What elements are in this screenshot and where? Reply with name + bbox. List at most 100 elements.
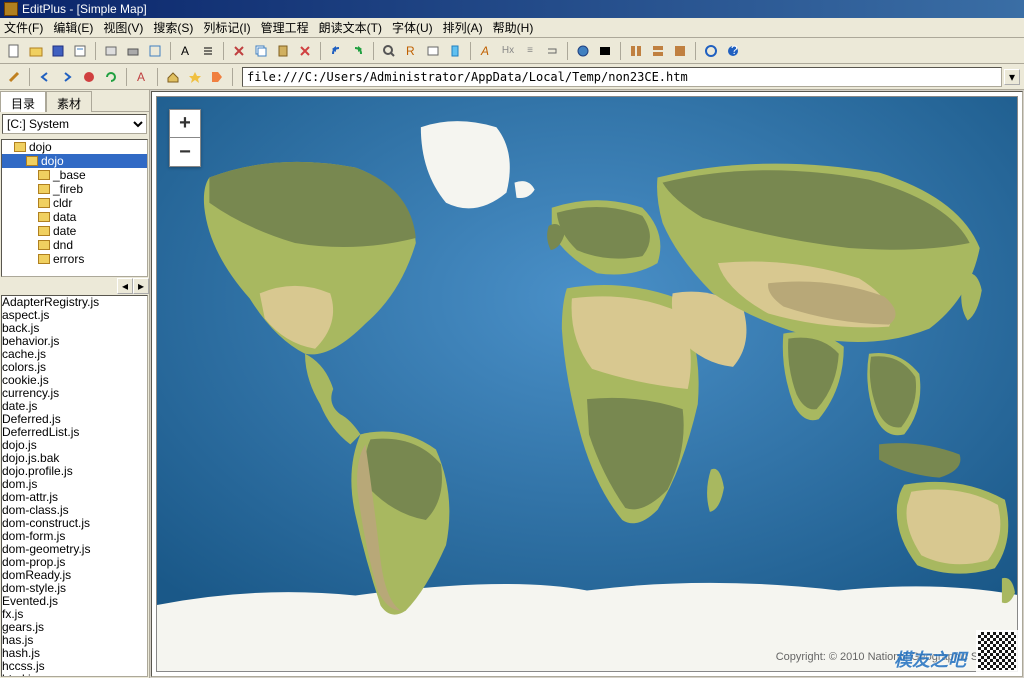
watermark-qr-icon xyxy=(976,630,1018,672)
tree-scroll-left-icon[interactable]: ◂ xyxy=(117,278,133,294)
print-icon[interactable] xyxy=(123,41,143,61)
tab-material[interactable]: 素材 xyxy=(46,91,92,112)
toolbar-sep xyxy=(126,68,127,86)
tree-folder[interactable]: cldr xyxy=(2,196,147,210)
folder-icon xyxy=(38,240,50,250)
refresh-icon[interactable] xyxy=(101,67,121,87)
menu-font[interactable]: 字体(U) xyxy=(392,19,433,36)
tree-folder[interactable]: dojo xyxy=(2,140,147,154)
world-map xyxy=(157,97,1017,671)
redo-icon[interactable] xyxy=(348,41,368,61)
view2-icon[interactable] xyxy=(648,41,668,61)
map-copyright: Copyright: © 2010 National Geographic So… xyxy=(776,651,1007,663)
menu-read[interactable]: 朗读文本(T) xyxy=(319,19,382,36)
tree-folder[interactable]: errors xyxy=(2,252,147,266)
toolbar-sep xyxy=(157,68,158,86)
find-icon[interactable] xyxy=(379,41,399,61)
sidebar-tabs: 目录 素材 xyxy=(0,90,149,112)
svg-text:?: ? xyxy=(731,44,738,57)
paste-icon[interactable] xyxy=(273,41,293,61)
col-icon[interactable]: ≡ xyxy=(520,41,540,61)
folder-icon xyxy=(38,212,50,222)
file-item[interactable]: Evented.js xyxy=(2,595,147,608)
font-icon[interactable]: A xyxy=(176,41,196,61)
folder-tree[interactable]: dojodojo_base_firebcldrdatadatednderrors xyxy=(1,139,148,277)
address-dropdown-icon[interactable]: ▾ xyxy=(1004,69,1020,85)
toolbar-sep xyxy=(95,42,96,60)
zoom-in-button[interactable]: + xyxy=(170,110,200,138)
save-icon[interactable] xyxy=(48,41,68,61)
tree-folder[interactable]: _base xyxy=(2,168,147,182)
cut-icon[interactable] xyxy=(229,41,249,61)
toolbar-sep xyxy=(567,42,568,60)
svg-text:A: A xyxy=(137,70,145,84)
menu-search[interactable]: 搜索(S) xyxy=(153,19,193,36)
tree-scroll-right-icon[interactable]: ▸ xyxy=(133,278,149,294)
html-icon[interactable]: A xyxy=(132,67,152,87)
menu-edit[interactable]: 编辑(E) xyxy=(53,19,93,36)
copy-icon[interactable] xyxy=(251,41,271,61)
menu-bar: 文件(F) 编辑(E) 视图(V) 搜索(S) 列标记(I) 管理工程 朗读文本… xyxy=(0,18,1024,38)
title-bar: EditPlus - [Simple Map] xyxy=(0,0,1024,18)
delete-icon[interactable] xyxy=(295,41,315,61)
sidebar: 目录 素材 [C:] System dojodojo_base_firebcld… xyxy=(0,90,150,678)
folder-icon xyxy=(38,184,50,194)
view1-icon[interactable] xyxy=(626,41,646,61)
hex-icon[interactable]: Hx xyxy=(498,41,518,61)
toolbar-main: A R A Hx ≡ ? xyxy=(0,38,1024,64)
new-file-icon[interactable] xyxy=(4,41,24,61)
svg-text:R: R xyxy=(406,44,415,58)
view3-icon[interactable] xyxy=(670,41,690,61)
file-list[interactable]: AdapterRegistry.jsaspect.jsback.jsbehavi… xyxy=(1,295,148,677)
main-content: + − Copyright: © 2010 National Geographi… xyxy=(151,91,1023,677)
edit-icon[interactable] xyxy=(4,67,24,87)
highlight-icon[interactable]: A xyxy=(476,41,496,61)
folder-icon xyxy=(38,198,50,208)
wrap-icon[interactable] xyxy=(542,41,562,61)
tab-directory[interactable]: 目录 xyxy=(0,91,46,112)
home-icon[interactable] xyxy=(163,67,183,87)
menu-file[interactable]: 文件(F) xyxy=(4,19,43,36)
back-icon[interactable] xyxy=(35,67,55,87)
forward-icon[interactable] xyxy=(57,67,77,87)
text-icon[interactable] xyxy=(198,41,218,61)
toolbar-sep xyxy=(620,42,621,60)
bookmark-icon[interactable] xyxy=(445,41,465,61)
drive-selector[interactable]: [C:] System xyxy=(2,114,147,136)
address-input[interactable] xyxy=(242,67,1002,87)
tag-icon[interactable] xyxy=(207,67,227,87)
tree-folder[interactable]: date xyxy=(2,224,147,238)
zoom-out-button[interactable]: − xyxy=(170,138,200,166)
help-icon[interactable]: ? xyxy=(723,41,743,61)
toolbar-sep xyxy=(170,42,171,60)
open-file-icon[interactable] xyxy=(26,41,46,61)
menu-view[interactable]: 视图(V) xyxy=(103,19,143,36)
email-icon[interactable] xyxy=(145,41,165,61)
map-viewport[interactable]: + − Copyright: © 2010 National Geographi… xyxy=(156,96,1018,672)
menu-help[interactable]: 帮助(H) xyxy=(493,19,534,36)
folder-icon xyxy=(38,226,50,236)
menu-project[interactable]: 管理工程 xyxy=(261,19,309,36)
app-icon xyxy=(4,2,18,16)
favorite-icon[interactable] xyxy=(185,67,205,87)
properties-icon[interactable] xyxy=(70,41,90,61)
print-preview-icon[interactable] xyxy=(101,41,121,61)
file-item[interactable]: html.js xyxy=(2,673,147,677)
window-title: EditPlus - [Simple Map] xyxy=(22,2,147,16)
menu-arrange[interactable]: 排列(A) xyxy=(443,19,483,36)
browser-icon[interactable] xyxy=(573,41,593,61)
tree-folder[interactable]: dnd xyxy=(2,238,147,252)
tree-folder[interactable]: _fireb xyxy=(2,182,147,196)
menu-marker[interactable]: 列标记(I) xyxy=(203,19,250,36)
stop-icon[interactable] xyxy=(79,67,99,87)
toolbar-sep xyxy=(320,42,321,60)
run-icon[interactable] xyxy=(595,41,615,61)
toolbar-sep xyxy=(695,42,696,60)
undo-icon[interactable] xyxy=(326,41,346,61)
tree-folder[interactable]: dojo xyxy=(2,154,147,168)
toolbar-sep xyxy=(470,42,471,60)
replace-icon[interactable]: R xyxy=(401,41,421,61)
tree-folder[interactable]: data xyxy=(2,210,147,224)
options-icon[interactable] xyxy=(701,41,721,61)
goto-icon[interactable] xyxy=(423,41,443,61)
